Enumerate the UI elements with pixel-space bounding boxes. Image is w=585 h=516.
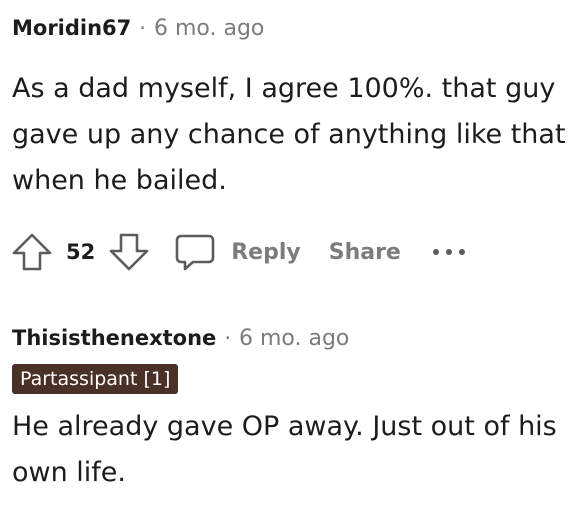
speech-bubble-icon [175,234,215,271]
comment-body: As a dad myself, I agree 100%. that guy … [12,73,566,196]
comment-author[interactable]: Thisisthenextone [12,326,216,350]
ellipsis-icon [432,249,465,255]
comment-timestamp[interactable]: 6 mo. ago [154,16,264,41]
comment-action-bar: 52 Reply Share [10,228,467,276]
comment-author[interactable]: Moridin67 [12,16,131,40]
user-flair: Partassipant [1] [12,364,179,394]
downvote-button[interactable] [107,230,151,274]
arrow-down-outline-icon [109,233,149,271]
reply-label: Reply [231,239,301,265]
comment-meta: Moridin67 · 6 mo. ago [12,12,577,44]
reply-button[interactable]: Reply [173,230,301,274]
share-button[interactable]: Share [329,240,401,265]
comment-meta: Thisisthenextone · 6 mo. ago [12,322,577,354]
meta-separator: · [139,16,146,40]
vote-score: 52 [66,240,96,264]
comment-timestamp[interactable]: 6 mo. ago [239,326,349,351]
comment: Moridin67 · 6 mo. ago As a dad myself, I… [12,12,577,204]
comment-body: He already gave OP away. Just out of his… [12,411,557,488]
arrow-up-outline-icon [12,233,52,271]
meta-separator: · [224,326,231,350]
more-options-button[interactable] [431,242,467,262]
upvote-button[interactable] [10,230,54,274]
comment: Thisisthenextone · 6 mo. ago Partassipan… [12,322,577,496]
